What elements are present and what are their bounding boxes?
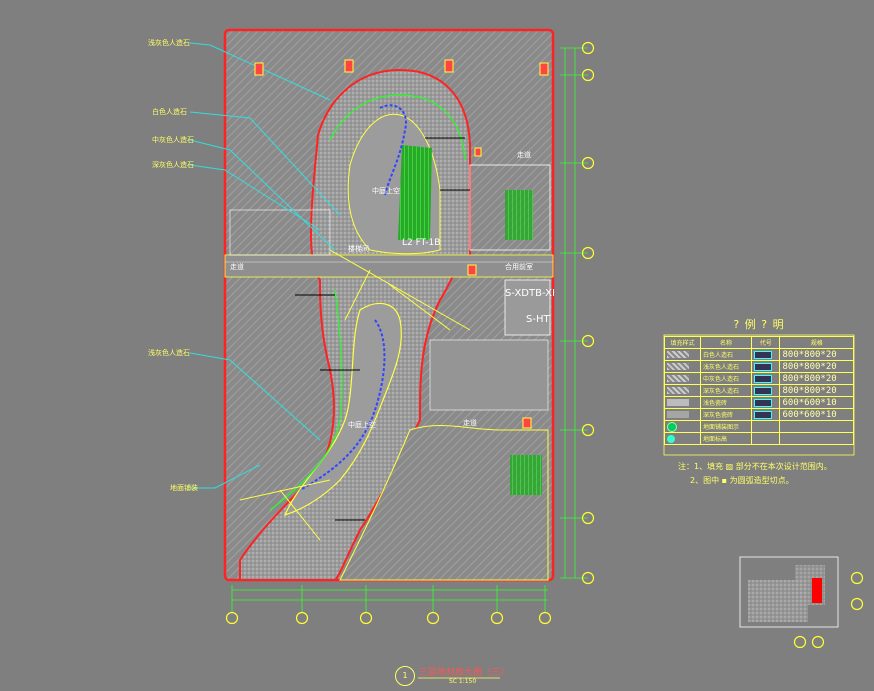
legend-name: 浅灰色人造石 (700, 360, 752, 373)
legend-spec: 800*800*20 (779, 360, 854, 373)
code-icon (753, 386, 772, 395)
callout-2: 白色人造石 (152, 108, 187, 116)
label-center-top: 中庭上空 (372, 187, 400, 195)
callout-4: 深灰色人造石 (152, 161, 194, 169)
legend-spec (779, 420, 854, 433)
label-sign-b: S-HT (526, 314, 550, 325)
legend-title: ? 例 ? 明 (733, 318, 785, 331)
legend-row: 深灰色人造石 800*800*20 (663, 384, 854, 397)
callout-5: 浅灰色人造石 (148, 349, 190, 357)
legend-row: 地面标高 (663, 432, 854, 445)
legend-row: 中灰色人造石 800*800*20 (663, 372, 854, 385)
legend-row: 地面铺装图示 (663, 420, 854, 433)
caption-scale: SC 1:150 (449, 678, 477, 685)
note-line-2: 2、图中 ▪ 为圆弧造型切点。 (690, 476, 794, 485)
drawing-caption: 1 三层地材放大图（三） SC 1:150 (395, 664, 535, 688)
legend-spec: 600*600*10 (779, 408, 854, 421)
legend-name: 白色人造石 (700, 348, 752, 361)
legend-name: 地面标高 (700, 432, 752, 445)
callout-1: 浅灰色人造石 (148, 39, 190, 47)
elevation-symbol-icon (667, 434, 675, 443)
legend: ? 例 ? 明 填充样式 名称 代号 规格 白色人造石 800*800*20 浅… (663, 310, 854, 445)
legend-header-code: 代号 (750, 336, 781, 349)
code-icon (753, 398, 772, 407)
note-line-1: 注：1、填充 ▨ 部分不在本次设计范围内。 (678, 462, 832, 471)
legend-name: 浅色瓷砖 (700, 396, 752, 409)
label-right-lower: 走道 (463, 419, 477, 427)
legend-row: 白色人造石 800*800*20 (663, 348, 854, 361)
legend-header-fill: 填充样式 (663, 336, 702, 349)
legend-header-spec: 规格 (779, 336, 854, 349)
swatch-icon (667, 387, 689, 394)
code-icon (753, 374, 772, 383)
legend-name: 深灰色人造石 (700, 384, 752, 397)
legend-table: 填充样式 名称 代号 规格 白色人造石 800*800*20 浅灰色人造石 80… (663, 336, 854, 445)
legend-spec (779, 432, 854, 445)
legend-spec: 600*600*10 (779, 396, 854, 409)
swatch-icon (667, 411, 689, 418)
label-right-top: 走道 (517, 151, 531, 159)
legend-name: 地面铺装图示 (700, 420, 752, 433)
label-left-mid: 走道 (230, 263, 244, 271)
code-icon (753, 350, 772, 359)
caption-title: 三层地材放大图（三） (419, 668, 510, 678)
callout-3: 中灰色人造石 (152, 136, 194, 144)
key-plan (739, 556, 864, 649)
legend-row: 浅色瓷砖 600*600*10 (663, 396, 854, 409)
legend-header-name: 名称 (700, 336, 752, 349)
swatch-icon (667, 351, 689, 358)
legend-name: 深灰色瓷砖 (700, 408, 752, 421)
callout-6: 地面铺装 (170, 484, 198, 492)
legend-header-row: 填充样式 名称 代号 规格 (663, 336, 854, 349)
code-icon (753, 362, 772, 371)
label-right-mid: 合用前室 (505, 263, 533, 271)
label-center-bottom: 中庭上空 (348, 421, 376, 429)
legend-spec: 800*800*20 (779, 384, 854, 397)
notes: 注：1、填充 ▨ 部分不在本次设计范围内。 2、图中 ▪ 为圆弧造型切点。 (678, 460, 832, 488)
legend-spec: 800*800*20 (779, 348, 854, 361)
label-floor-text: L2 FT-1B (402, 238, 441, 248)
legend-row: 浅灰色人造石 800*800*20 (663, 360, 854, 373)
caption-number: 1 (395, 666, 415, 686)
paving-symbol-icon (667, 421, 677, 432)
swatch-icon (667, 375, 689, 382)
code-icon (753, 410, 772, 419)
label-sign-a: S-XDTB-XI (505, 288, 555, 299)
corridor-band (224, 254, 554, 278)
swatch-icon (667, 399, 689, 406)
legend-name: 中灰色人造石 (700, 372, 752, 385)
legend-row: 深灰色瓷砖 600*600*10 (663, 408, 854, 421)
swatch-icon (667, 363, 689, 370)
label-stair: 楼梯间 (348, 245, 369, 253)
legend-spec: 800*800*20 (779, 372, 854, 385)
